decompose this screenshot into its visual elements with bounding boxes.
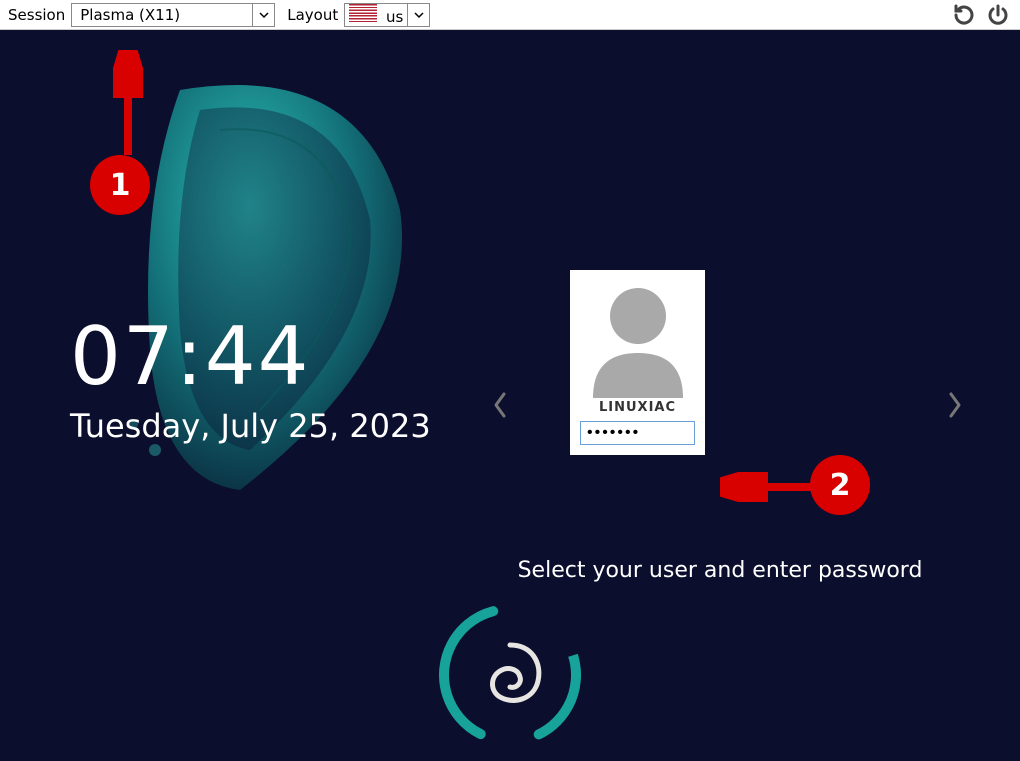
login-hint: Select your user and enter password: [0, 558, 1020, 583]
top-bar: Session Plasma (X11) Layout us: [0, 0, 1020, 30]
restart-button[interactable]: [950, 1, 978, 29]
annotation-badge-1: 1: [90, 155, 150, 215]
next-user-button[interactable]: [940, 380, 970, 430]
debian-spinner-icon: [430, 595, 590, 755]
annotation-badge-2: 2: [810, 455, 870, 515]
clock-block: 07:44 Tuesday, July 25, 2023: [70, 310, 431, 445]
power-button[interactable]: [984, 1, 1012, 29]
username-label: LINUXIAC: [599, 400, 676, 415]
layout-value: us: [345, 4, 407, 26]
annotation-arrow-1: [113, 50, 143, 160]
login-screen: 07:44 Tuesday, July 25, 2023 LINUXIAC Se…: [0, 30, 1020, 761]
layout-label: Layout: [287, 6, 338, 24]
annotation-arrow-2: [720, 472, 820, 502]
avatar-icon: [583, 278, 693, 398]
session-value: Plasma (X11): [72, 6, 252, 24]
clock-time: 07:44: [70, 310, 431, 403]
chevron-down-icon: [407, 4, 429, 26]
session-dropdown[interactable]: Plasma (X11): [71, 3, 275, 27]
prev-user-button[interactable]: [485, 380, 515, 430]
session-label: Session: [8, 6, 65, 24]
layout-dropdown[interactable]: us: [344, 3, 430, 27]
password-input[interactable]: [580, 421, 695, 445]
chevron-down-icon: [252, 4, 274, 26]
us-flag-icon: [349, 4, 377, 22]
user-card[interactable]: LINUXIAC: [570, 270, 705, 455]
clock-date: Tuesday, July 25, 2023: [70, 407, 431, 445]
